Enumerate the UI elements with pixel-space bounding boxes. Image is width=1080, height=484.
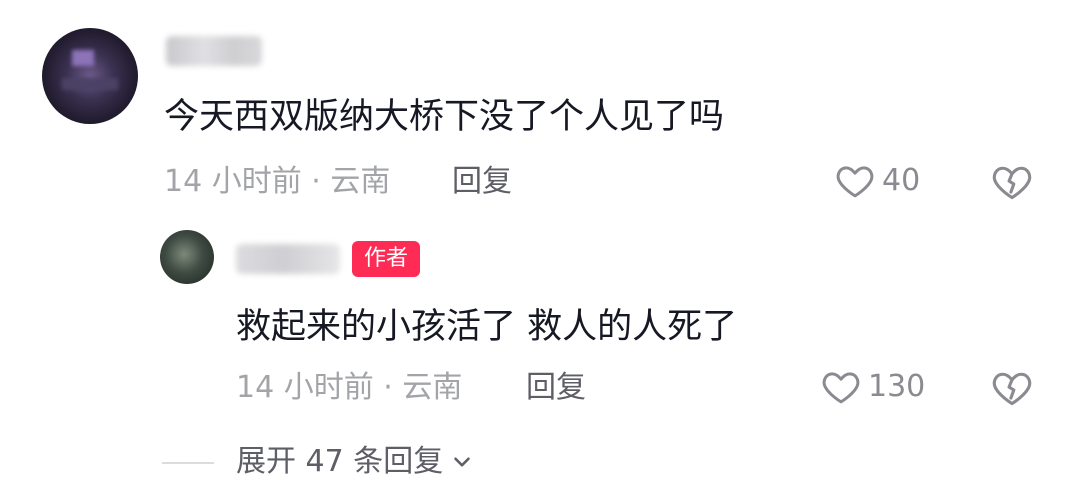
commenter-name-blurred[interactable]	[166, 36, 262, 66]
like-button[interactable]: 40	[834, 160, 920, 202]
broken-heart-icon[interactable]	[990, 366, 1034, 410]
heart-outline-icon	[836, 166, 874, 198]
reply-time-location: 14 小时前 · 云南	[236, 370, 463, 405]
reply-like-count: 130	[868, 369, 926, 404]
reply-to-reply-button[interactable]: 回复	[526, 368, 586, 408]
author-avatar[interactable]	[160, 230, 214, 284]
heart-outline-icon	[822, 372, 860, 404]
commenter-avatar[interactable]	[42, 28, 138, 124]
replies-divider	[162, 462, 214, 464]
like-count: 40	[882, 163, 921, 198]
author-name-blurred[interactable]	[236, 244, 340, 274]
author-badge: 作者	[352, 241, 421, 277]
reply-like-button[interactable]: 130	[820, 366, 925, 408]
reply-text: 救起来的小孩活了 救人的人死了	[236, 307, 738, 347]
comment-time-location: 14 小时前 · 云南	[164, 164, 391, 199]
broken-heart-icon[interactable]	[990, 160, 1034, 204]
reply-button[interactable]: 回复	[452, 162, 512, 202]
chevron-down-icon	[454, 457, 471, 467]
expand-replies-button[interactable]: 展开 47 条回复	[236, 442, 475, 482]
expand-replies-label: 展开 47 条回复	[236, 444, 444, 479]
comment-text: 今天西双版纳大桥下没了个人见了吗	[164, 97, 725, 137]
